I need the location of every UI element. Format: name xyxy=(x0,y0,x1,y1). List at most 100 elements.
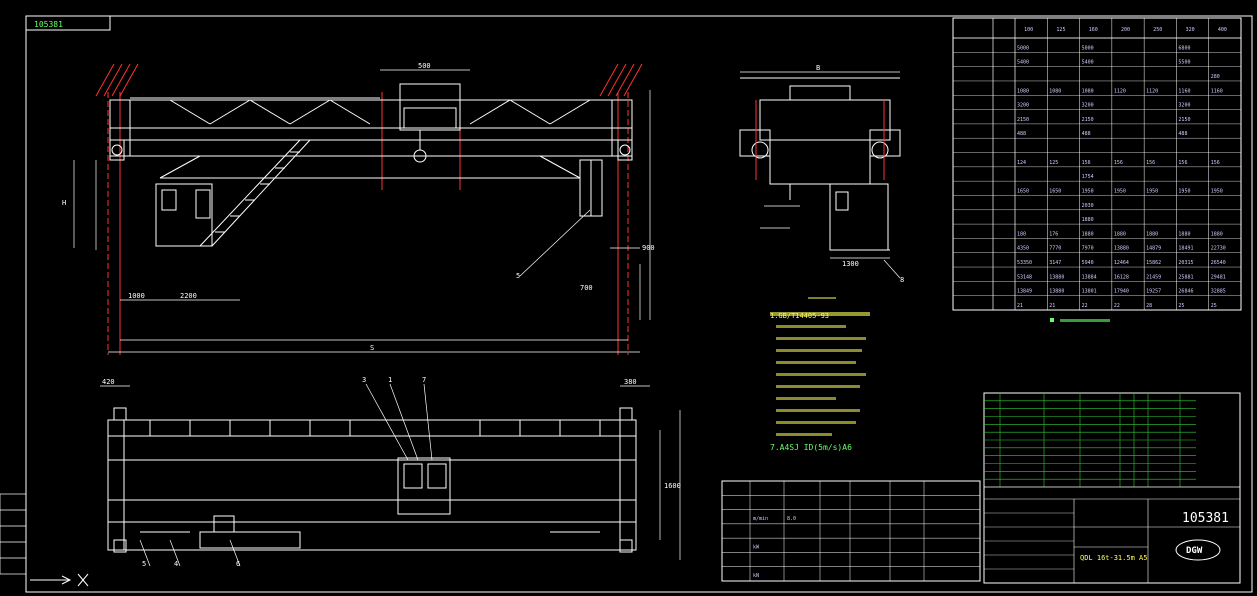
dim-height-h: H xyxy=(62,199,66,207)
spec-cell: 1120 xyxy=(1146,88,1158,94)
spec-cell: 13849 xyxy=(1017,289,1032,295)
dim-700: 700 xyxy=(580,284,593,292)
spec-cell: 25 xyxy=(1211,303,1217,309)
cad-drawing-canvas: 105381 S 2200 1000 500 H 5 700 900 B 130… xyxy=(0,15,1253,593)
spec-cell: 1950 xyxy=(1178,188,1190,194)
param-table-border xyxy=(721,480,981,582)
spec-cell: 13884 xyxy=(1082,274,1097,280)
dim-trolley-gauge: 500 xyxy=(418,62,431,70)
spec-cell: 3200 xyxy=(1017,103,1029,109)
param-cell: kN xyxy=(753,573,759,579)
company-logo: DGW xyxy=(1175,539,1221,561)
parameter-table: m/min 8.0 kW kN xyxy=(721,480,981,582)
spec-cell: 3147 xyxy=(1049,260,1061,266)
spec-cell: 156 xyxy=(1082,160,1091,166)
spec-cell: 19257 xyxy=(1146,289,1161,295)
spec-cell: 17940 xyxy=(1114,289,1129,295)
plan-callout-5: 5 xyxy=(142,560,146,568)
spec-cell: 3200 xyxy=(1082,103,1094,109)
spec-cell: 1950 xyxy=(1114,188,1126,194)
spec-cell: 21 xyxy=(1017,303,1023,309)
spec-cell: 28 xyxy=(1146,303,1152,309)
spec-cell: 1880 xyxy=(1178,231,1190,237)
spec-cell: 5400 xyxy=(1082,60,1094,66)
spec-table-border xyxy=(952,17,1242,311)
spec-cell: 13880 xyxy=(1049,289,1064,295)
side-dim-1300: 1300 xyxy=(842,260,859,268)
spec-cell: 21 xyxy=(1049,303,1055,309)
spec-col-header: 125 xyxy=(1056,27,1065,33)
plan-callout-1: 1 xyxy=(388,376,392,384)
plan-view xyxy=(107,407,637,553)
spec-cell: 1880 xyxy=(1114,231,1126,237)
spec-cell: 22730 xyxy=(1211,246,1226,252)
plan-pos-380: 380 xyxy=(624,378,637,386)
spec-cell: 1950 xyxy=(1146,188,1158,194)
spec-cell: 176 xyxy=(1049,231,1058,237)
plan-dimensions xyxy=(100,383,681,567)
spec-cell: 1650 xyxy=(1017,188,1029,194)
spec-cell: 29481 xyxy=(1211,274,1226,280)
spec-cell: 5400 xyxy=(1017,60,1029,66)
spec-cell: 5500 xyxy=(1178,60,1190,66)
plan-pos-420: 420 xyxy=(102,378,115,386)
plan-callout-7: 7 xyxy=(422,376,426,384)
param-cell: 8.0 xyxy=(787,516,796,522)
spec-cell: 1754 xyxy=(1082,174,1094,180)
spec-table-legend xyxy=(1050,318,1110,322)
plan-dim-1600: 1600 xyxy=(664,482,681,490)
spec-cell: 13801 xyxy=(1082,289,1097,295)
spec-cell: 26846 xyxy=(1178,289,1193,295)
note-1: 1.GB/T14405-93 xyxy=(770,312,829,320)
left-edge-table xyxy=(0,493,27,575)
side-callout-8: 8 xyxy=(900,276,904,284)
callout-5: 5 xyxy=(516,272,520,280)
spec-cell: 124 xyxy=(1017,160,1026,166)
spec-cell: 1880 xyxy=(1146,231,1158,237)
spec-cell: 488 xyxy=(1017,131,1026,137)
spec-col-header: 200 xyxy=(1121,27,1130,33)
spec-col-header: 100 xyxy=(1024,27,1033,33)
spec-cell: 1880 xyxy=(1082,231,1094,237)
side-dimensions xyxy=(740,71,901,279)
spec-cell: 3200 xyxy=(1178,103,1190,109)
spec-cell: 488 xyxy=(1178,131,1187,137)
spec-cell: 15862 xyxy=(1146,260,1161,266)
front-elevation-view xyxy=(95,63,643,355)
param-cell: m/min xyxy=(753,516,768,522)
spec-cell: 1880 xyxy=(1082,217,1094,223)
spec-cell: 25881 xyxy=(1178,274,1193,280)
spec-col-header: 320 xyxy=(1186,27,1195,33)
spec-cell: 22 xyxy=(1114,303,1120,309)
spec-cell: 1950 xyxy=(1082,188,1094,194)
spec-cell: 1650 xyxy=(1049,188,1061,194)
spec-cell: 16128 xyxy=(1114,274,1129,280)
side-elevation-view xyxy=(739,77,901,251)
spec-cell: 7970 xyxy=(1082,246,1094,252)
note-7: 7.A4SJ ID(5m/s)A6 xyxy=(770,443,852,452)
spec-cell: 180 xyxy=(1017,231,1026,237)
drawing-frame xyxy=(25,15,1253,593)
spec-cell: 5000 xyxy=(1017,45,1029,51)
spec-cell: 26540 xyxy=(1211,260,1226,266)
spec-cell: 2150 xyxy=(1082,117,1094,123)
spec-col-header: 160 xyxy=(1089,27,1098,33)
dim-2200: 2200 xyxy=(180,292,197,300)
spec-cell: 20315 xyxy=(1178,260,1193,266)
ucs-icon xyxy=(30,573,89,587)
spec-table: 100 125 160 200 250 320 400 5000 5000 6800 5400 540… xyxy=(952,17,1242,311)
spec-cell: 1160 xyxy=(1178,88,1190,94)
spec-cell: 53350 xyxy=(1017,260,1032,266)
spec-cell: 488 xyxy=(1082,131,1091,137)
spec-cell: 5940 xyxy=(1082,260,1094,266)
spec-cell: 4350 xyxy=(1017,246,1029,252)
dim-900: 900 xyxy=(642,244,655,252)
svg-text:DGW: DGW xyxy=(1186,546,1203,556)
spec-cell: 156 xyxy=(1114,160,1123,166)
spec-cell: 1120 xyxy=(1114,88,1126,94)
technical-notes: 1.GB/T14405-93 7.A4SJ ID(5m/s)A6 xyxy=(770,297,870,452)
spec-cell: 53148 xyxy=(1017,274,1032,280)
drawing-number: 105381 xyxy=(1182,511,1229,526)
spec-cell: 1080 xyxy=(1017,88,1029,94)
dim-span-label: S xyxy=(370,344,374,352)
